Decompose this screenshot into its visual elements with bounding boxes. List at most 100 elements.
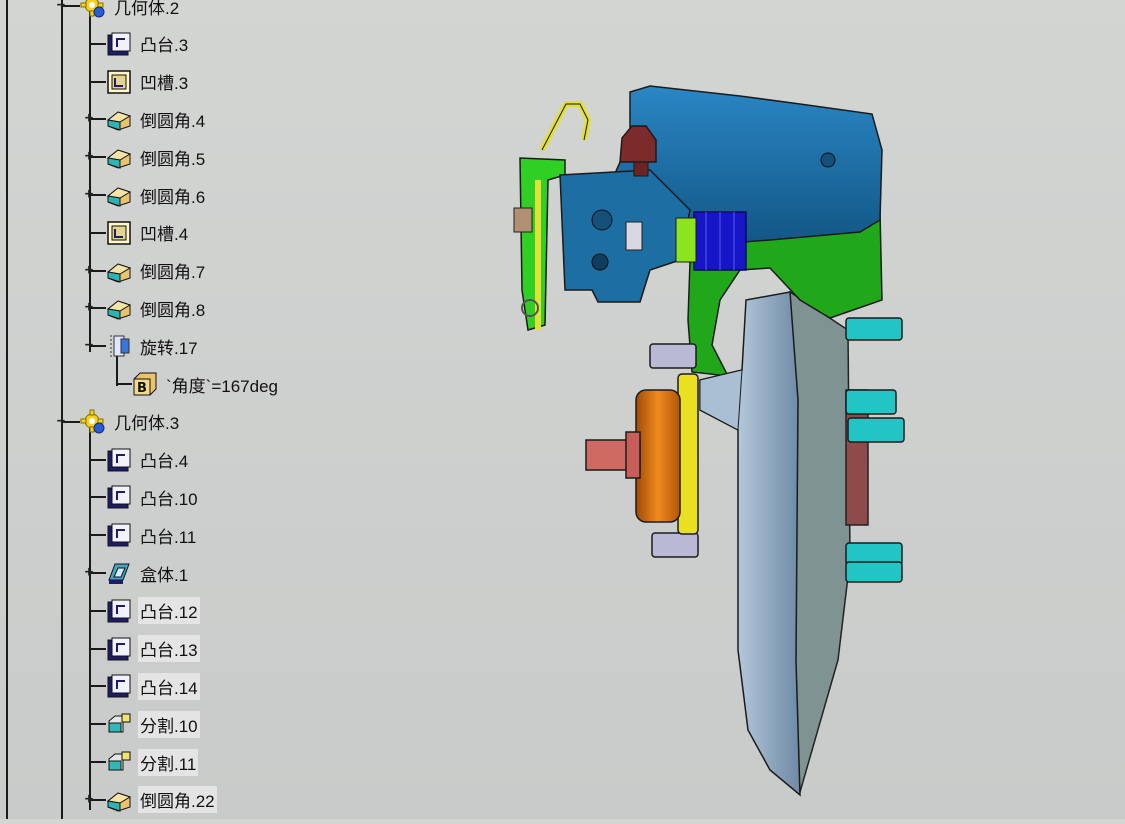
tree-node-label[interactable]: 凸台.13	[138, 635, 200, 663]
tree-node[interactable]: 倒圆角.5	[106, 140, 207, 174]
tree-connector	[89, 496, 106, 499]
tree-branch-line	[89, 428, 91, 810]
tree-node-label[interactable]: 分割.10	[138, 710, 200, 738]
tree-connector	[89, 534, 106, 537]
3d-viewport[interactable]	[420, 0, 1125, 819]
collapse-icon[interactable]: −	[55, 0, 67, 12]
tree-node[interactable]: 凸台.14	[106, 669, 200, 703]
split-icon[interactable]	[106, 711, 132, 737]
tree-node[interactable]: 旋转.17	[106, 329, 200, 363]
tree-node[interactable]: 倒圆角.7	[106, 254, 207, 288]
tree-root-line	[6, 0, 8, 819]
expand-icon[interactable]: +	[83, 792, 95, 806]
collapse-icon[interactable]: −	[55, 414, 67, 428]
tree-node-label[interactable]: 凸台.12	[138, 597, 200, 625]
rotate-icon[interactable]	[106, 333, 132, 359]
tree-node-label[interactable]: 分割.11	[138, 748, 199, 776]
fillet-icon[interactable]	[106, 787, 132, 813]
guide-bolt	[625, 221, 643, 251]
tree-connector	[116, 383, 132, 385]
pad-icon[interactable]	[106, 598, 132, 624]
tree-node[interactable]: 凸台.11	[106, 518, 198, 552]
tree-node-label[interactable]: 凸台.14	[138, 672, 200, 700]
tree-node[interactable]: 凸台.10	[106, 480, 200, 514]
pad-icon[interactable]	[106, 636, 132, 662]
tree-connector	[89, 609, 106, 612]
tree-node-label[interactable]: 凸台.11	[138, 522, 198, 549]
shell-icon[interactable]	[106, 560, 132, 586]
expand-icon[interactable]: +	[83, 565, 95, 579]
tree-node-label[interactable]: 倒圆角.5	[138, 144, 207, 171]
tree-node[interactable]: 倒圆角.4	[106, 102, 207, 136]
tree-node[interactable]: 盒体.1	[106, 556, 190, 590]
pad-icon[interactable]	[106, 673, 132, 699]
brake-assembly-model[interactable]	[420, 0, 1125, 819]
pocket-icon[interactable]	[106, 69, 132, 95]
fillet-icon[interactable]	[106, 106, 132, 132]
tree-node[interactable]: 凸台.13	[106, 632, 200, 666]
expand-icon[interactable]: +	[83, 149, 95, 163]
tree-node[interactable]: 倒圆角.22	[106, 783, 217, 817]
tree-connector	[89, 723, 106, 726]
tree-node-label[interactable]: 凸台.4	[138, 446, 190, 473]
wheel-hub	[635, 389, 681, 523]
specification-tree: − 几何体.2 凸台.3 凹槽.3 + 倒圆角.4 + 倒圆角.5 + 倒圆角.6 凹槽.4 + 倒圆角…	[0, 0, 420, 819]
tree-node[interactable]: 凸台.12	[106, 594, 200, 628]
tree-connector	[89, 761, 106, 763]
tree-node-label[interactable]: 凹槽.4	[138, 219, 190, 246]
fillet-icon[interactable]	[106, 182, 132, 208]
pad-icon[interactable]	[106, 484, 132, 510]
tree-node[interactable]: 凹槽.3	[106, 65, 190, 99]
expand-icon[interactable]: +	[83, 111, 95, 125]
tree-node-label[interactable]: 几何体.2	[112, 0, 181, 20]
body-gear-icon[interactable]	[80, 0, 106, 19]
tree-connector	[89, 647, 106, 650]
pad-icon[interactable]	[106, 31, 132, 57]
tree-node[interactable]: 几何体.2	[80, 0, 181, 23]
tree-node-label[interactable]: 凸台.10	[138, 484, 200, 511]
pocket-icon[interactable]	[106, 220, 132, 246]
tree-node-label[interactable]: 凹槽.3	[138, 68, 190, 95]
fillet-icon[interactable]	[106, 295, 132, 321]
expand-icon[interactable]: +	[83, 187, 95, 201]
pad-bolt	[513, 207, 533, 233]
tree-branch-line	[61, 0, 63, 819]
tree-node[interactable]: 凸台.3	[106, 27, 190, 61]
tree-node-label[interactable]: 盒体.1	[138, 560, 190, 587]
tree-node[interactable]: B `角度`=167deg	[132, 367, 280, 401]
tree-node[interactable]: 几何体.3	[80, 405, 181, 439]
tree-node[interactable]: 倒圆角.6	[106, 178, 207, 212]
tree-node-label[interactable]: 倒圆角.7	[138, 257, 207, 284]
body-gear-icon[interactable]	[80, 409, 106, 435]
tree-node[interactable]: 倒圆角.8	[106, 291, 207, 325]
fillet-icon[interactable]	[106, 258, 132, 284]
expand-icon[interactable]: +	[83, 263, 95, 277]
tree-node-label[interactable]: 凸台.3	[138, 30, 190, 57]
tree-connector	[89, 80, 106, 83]
tree-node-label[interactable]: 倒圆角.8	[138, 295, 207, 322]
bearing-ring	[677, 373, 699, 535]
spline-shaft	[585, 431, 641, 479]
tree-connector	[89, 231, 106, 234]
collapse-icon[interactable]: −	[83, 338, 95, 352]
svg-text:B: B	[137, 381, 147, 396]
tree-node-label[interactable]: 旋转.17	[138, 333, 200, 360]
tree-node-label[interactable]: 倒圆角.6	[138, 182, 207, 209]
tree-node-label[interactable]: `角度`=167deg	[164, 371, 280, 398]
pad-icon[interactable]	[106, 447, 132, 473]
pad-icon[interactable]	[106, 522, 132, 548]
tree-node[interactable]: 分割.11	[106, 745, 199, 779]
tree-connector	[89, 685, 106, 688]
tree-node[interactable]: 分割.10	[106, 707, 200, 741]
tree-node-label[interactable]: 倒圆角.22	[138, 786, 217, 814]
tree-node-label[interactable]: 倒圆角.4	[138, 106, 207, 133]
split-icon[interactable]	[106, 749, 132, 775]
tree-node[interactable]: 凹槽.4	[106, 216, 190, 250]
tree-connector	[89, 42, 106, 45]
fillet-icon[interactable]	[106, 144, 132, 170]
parameter-icon[interactable]: B	[132, 371, 158, 397]
expand-icon[interactable]: +	[83, 300, 95, 314]
tree-connector	[89, 458, 106, 461]
tree-node[interactable]: 凸台.4	[106, 443, 190, 477]
tree-node-label[interactable]: 几何体.3	[112, 408, 181, 435]
